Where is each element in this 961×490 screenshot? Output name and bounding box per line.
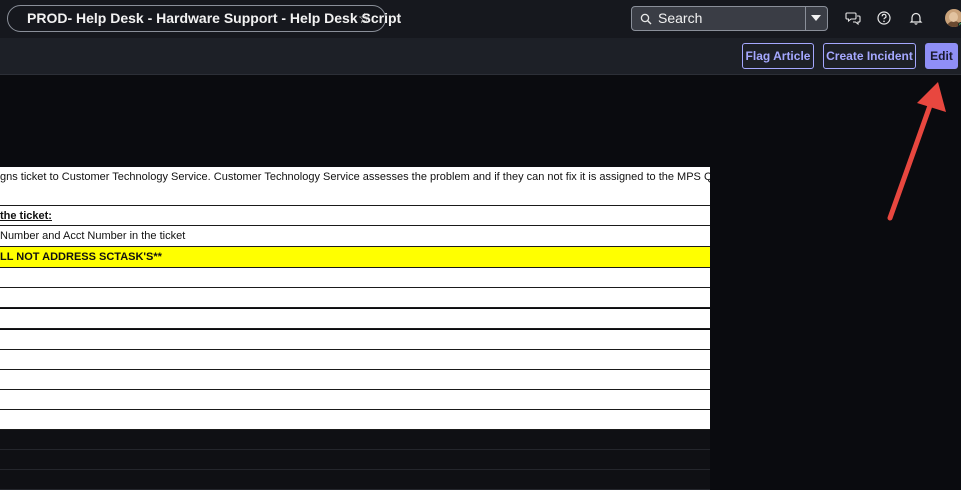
section-heading: the ticket: — [0, 206, 710, 226]
article-title: PROD- Help Desk - Hardware Support - Hel… — [27, 10, 402, 26]
highlighted-warning: LL NOT ADDRESS SCTASK'S** — [0, 247, 710, 268]
create-incident-button[interactable]: Create Incident — [823, 43, 916, 69]
article-title-pill[interactable]: PROD- Help Desk - Hardware Support - Hel… — [7, 5, 401, 32]
article-document-table: gns ticket to Customer Technology Servic… — [0, 167, 710, 490]
table-row — [0, 309, 710, 329]
flag-article-button[interactable]: Flag Article — [742, 43, 814, 69]
article-action-bar: Flag Article Create Incident Edit — [0, 38, 961, 75]
intro-paragraph: gns ticket to Customer Technology Servic… — [0, 167, 710, 206]
avatar-face — [949, 12, 958, 22]
avatar[interactable] — [945, 9, 961, 27]
table-row — [0, 288, 710, 308]
search-label: Search — [658, 10, 703, 26]
table-row — [0, 350, 710, 370]
table-row — [0, 330, 710, 350]
search-divider — [805, 7, 806, 30]
chat-icon[interactable] — [845, 10, 861, 26]
chevron-down-icon[interactable] — [811, 15, 821, 21]
table-row — [0, 370, 710, 390]
global-search[interactable]: Search — [631, 6, 828, 31]
top-navigation-bar: PROD- Help Desk - Hardware Support - Hel… — [0, 0, 961, 38]
table-row — [0, 390, 710, 410]
bell-icon[interactable] — [908, 10, 924, 26]
table-row — [0, 450, 710, 470]
star-icon[interactable]: ☆ — [358, 6, 371, 31]
search-icon — [640, 13, 652, 25]
table-row — [0, 470, 710, 490]
instruction-line: Number and Acct Number in the ticket — [0, 226, 710, 247]
table-row — [0, 268, 710, 288]
help-icon[interactable] — [876, 10, 892, 26]
table-row — [0, 430, 710, 450]
edit-button[interactable]: Edit — [925, 43, 958, 69]
table-row — [0, 410, 710, 430]
